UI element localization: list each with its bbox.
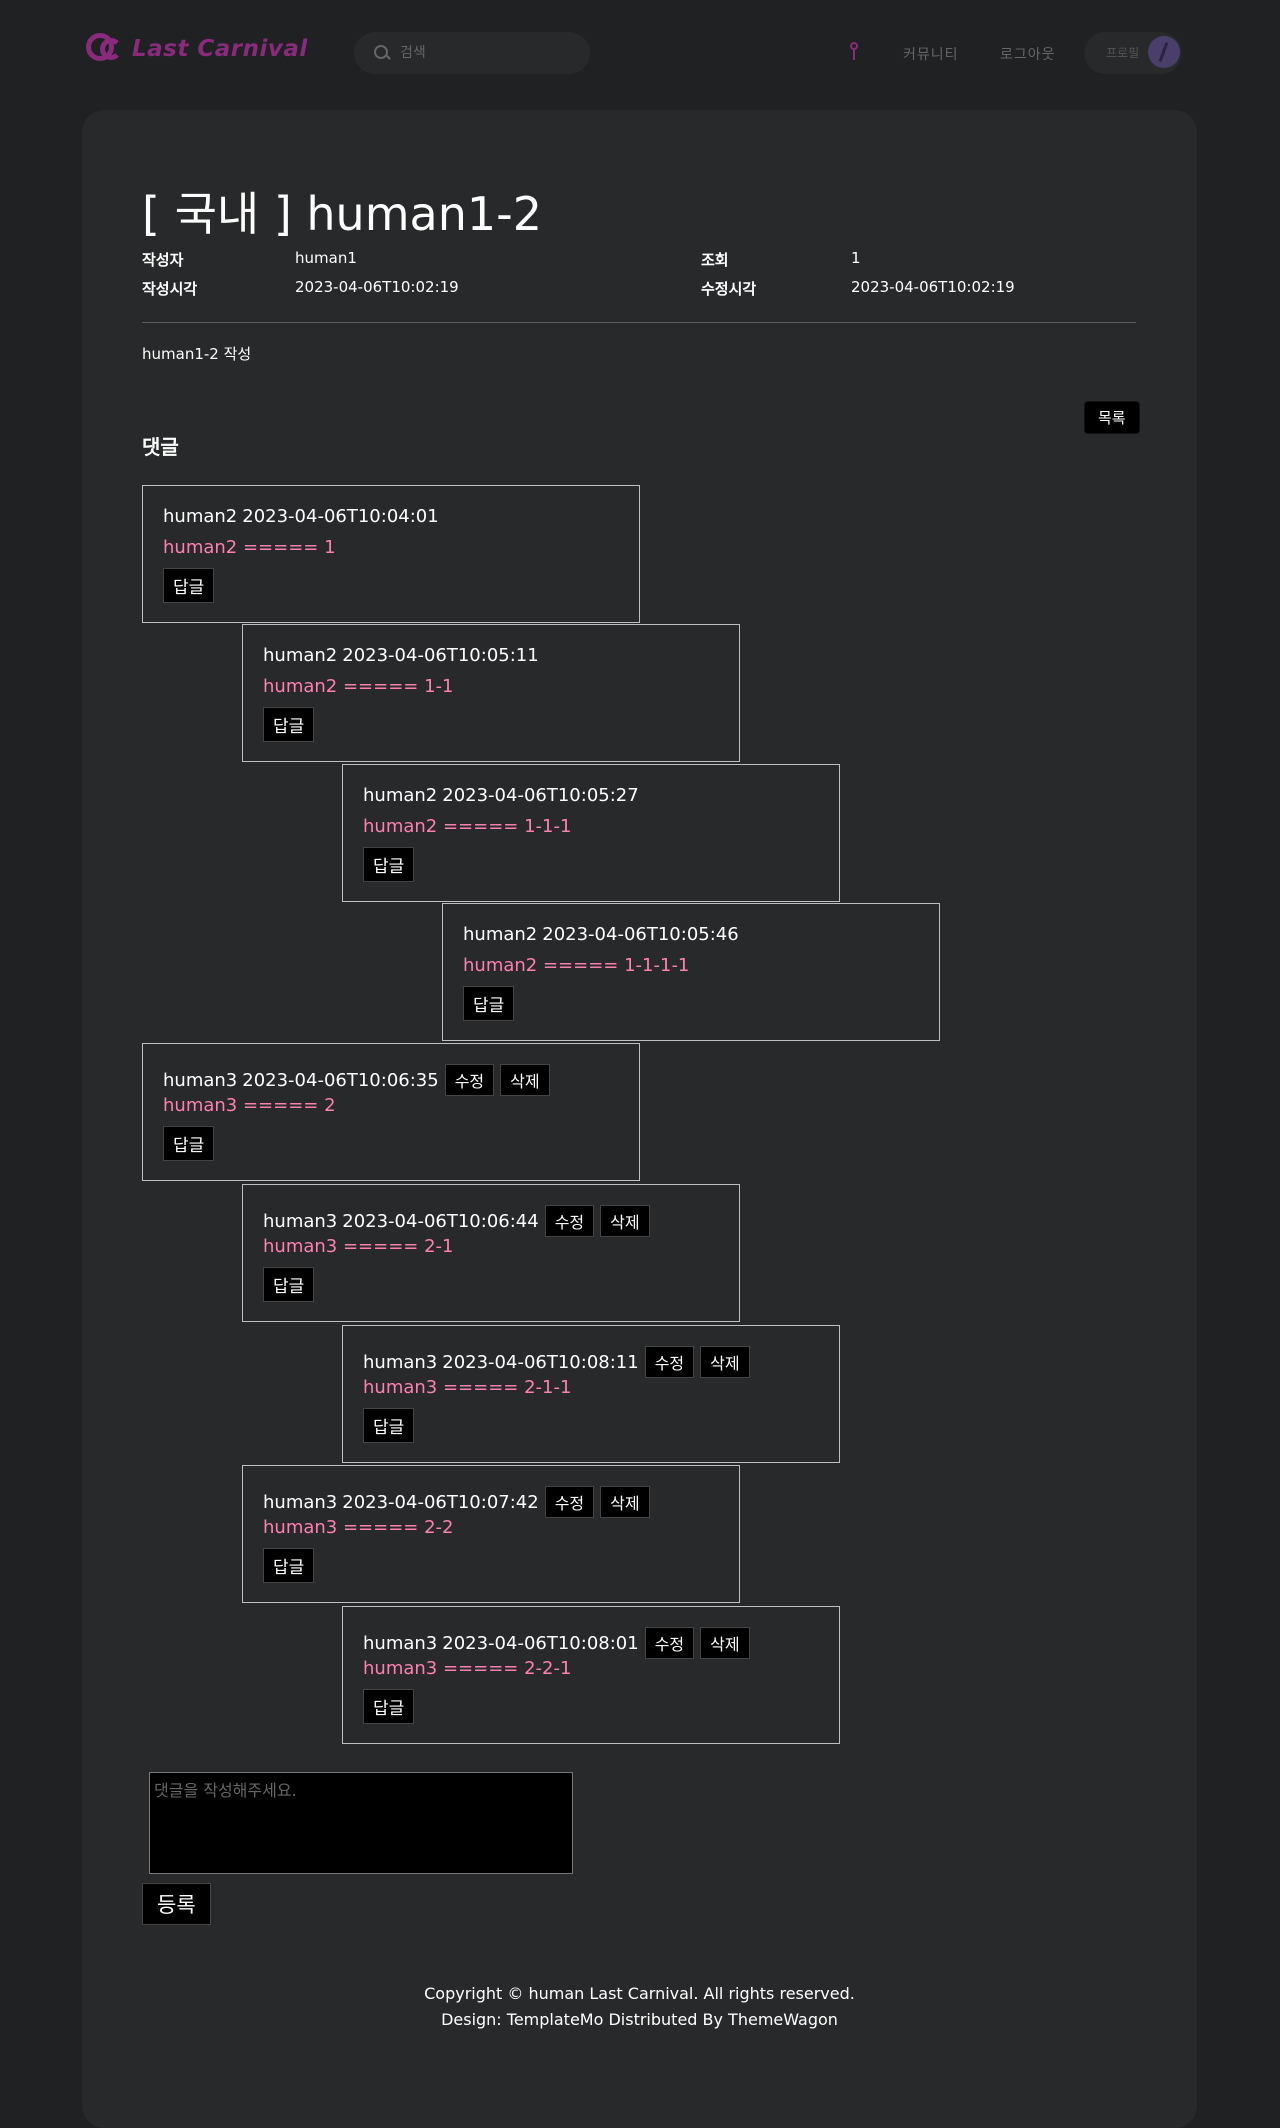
comment-date: 2023-04-06T10:06:35: [242, 1069, 439, 1091]
comment-text: human2 ===== 1: [163, 537, 336, 558]
comment-text: human3 ===== 2-2: [263, 1517, 454, 1538]
comment-author: human2: [263, 645, 338, 666]
comment-text: human3 ===== 2-2-1: [363, 1658, 572, 1679]
reply-button[interactable]: 답글: [263, 707, 315, 742]
profile-button[interactable]: 프로필: [1084, 32, 1182, 74]
author-label: 작성자: [142, 251, 184, 269]
comment-header: human2 2023-04-06T10:05:11: [263, 645, 539, 666]
created-value: 2023-04-06T10:02:19: [295, 278, 459, 296]
comment-author: human3: [263, 1210, 338, 1232]
reply-button[interactable]: 답글: [363, 1689, 415, 1724]
edit-comment-button[interactable]: 수정: [544, 1205, 595, 1237]
comment-header: human3 2023-04-06T10:07:42 수정 삭제: [263, 1486, 650, 1518]
site-header: Last Carnival 커뮤니티 로그아웃 프로필: [0, 0, 1280, 104]
logo-icon: [86, 33, 126, 65]
nav-community-link[interactable]: 커뮤니티: [903, 44, 959, 64]
comment-item: human3 2023-04-06T10:08:01 수정 삭제 human3 ====…: [342, 1606, 840, 1744]
comment-text: human3 ===== 2-1: [263, 1236, 454, 1257]
comment-header: human3 2023-04-06T10:08:01 수정 삭제: [363, 1627, 750, 1659]
comment-header: human3 2023-04-06T10:06:35 수정 삭제: [163, 1064, 550, 1096]
reply-button[interactable]: 답글: [263, 1548, 315, 1583]
comment-date: 2023-04-06T10:05:46: [542, 924, 739, 945]
comment-item: human3 2023-04-06T10:08:11 수정 삭제 human3 ====…: [342, 1325, 840, 1463]
comment-date: 2023-04-06T10:08:01: [442, 1632, 639, 1654]
comment-date: 2023-04-06T10:06:44: [342, 1210, 539, 1232]
reply-button[interactable]: 답글: [463, 986, 515, 1021]
footer-credit: Design: TemplateMo Distributed By ThemeW…: [441, 2010, 838, 2029]
comment-date: 2023-04-06T10:05:27: [442, 785, 639, 806]
comment-text: human2 ===== 1-1-1: [363, 816, 572, 837]
avatar: [1148, 36, 1180, 68]
author-value: human1: [295, 249, 357, 267]
comment-item: human2 2023-04-06T10:05:27 human2 ===== 1-…: [342, 764, 840, 902]
reply-button[interactable]: 답글: [163, 1126, 215, 1161]
site-logo[interactable]: Last Carnival: [86, 32, 308, 66]
comment-date: 2023-04-06T10:05:11: [342, 645, 539, 666]
user-icon[interactable]: [848, 42, 860, 62]
comment-author: human2: [363, 785, 438, 806]
updated-value: 2023-04-06T10:02:19: [851, 278, 1015, 296]
comment-header: human3 2023-04-06T10:08:11 수정 삭제: [363, 1346, 750, 1378]
divider: [142, 322, 1136, 323]
views-label: 조회: [701, 251, 729, 269]
comment-author: human3: [363, 1632, 438, 1654]
comment-item: human3 2023-04-06T10:07:42 수정 삭제 human3 ====…: [242, 1465, 740, 1603]
profile-label: 프로필: [1106, 46, 1140, 60]
comment-item: human3 2023-04-06T10:06:44 수정 삭제 human3 ====…: [242, 1184, 740, 1322]
comment-date: 2023-04-06T10:07:42: [342, 1491, 539, 1513]
reply-button[interactable]: 답글: [263, 1267, 315, 1302]
comments-heading: 댓글: [142, 435, 179, 459]
comment-author: human3: [163, 1069, 238, 1091]
comment-date: 2023-04-06T10:08:11: [442, 1351, 639, 1373]
comment-author: human2: [463, 924, 538, 945]
reply-button[interactable]: 답글: [363, 1408, 415, 1443]
comment-item: human3 2023-04-06T10:06:35 수정 삭제 human3 ====…: [142, 1043, 640, 1181]
comment-input[interactable]: [149, 1772, 573, 1874]
comment-item: human2 2023-04-06T10:04:01 human2 ===== 1 답…: [142, 485, 640, 623]
edit-comment-button[interactable]: 수정: [644, 1346, 695, 1378]
comment-date: 2023-04-06T10:04:01: [242, 506, 439, 527]
delete-comment-button[interactable]: 삭제: [600, 1205, 650, 1237]
post-card: [ 국내 ] human1-2 작성자 human1 조회 1 작성시각 202…: [82, 110, 1197, 2128]
reply-button[interactable]: 답글: [163, 568, 215, 603]
search-input[interactable]: [398, 44, 562, 62]
edit-comment-button[interactable]: 수정: [444, 1064, 495, 1096]
comment-author: human3: [363, 1351, 438, 1373]
comment-text: human3 ===== 2-1-1: [363, 1377, 572, 1398]
comment-item: human2 2023-04-06T10:05:46 human2 ===== 1-…: [442, 903, 940, 1041]
delete-comment-button[interactable]: 삭제: [700, 1346, 750, 1378]
reply-button[interactable]: 답글: [363, 847, 415, 882]
nav-logout-link[interactable]: 로그아웃: [1000, 44, 1056, 64]
comment-text: human2 ===== 1-1: [263, 676, 454, 697]
comment-header: human2 2023-04-06T10:05:46: [463, 924, 739, 945]
comment-author: human3: [263, 1491, 338, 1513]
comment-text: human2 ===== 1-1-1-1: [463, 955, 690, 976]
comment-header: human2 2023-04-06T10:04:01: [163, 506, 439, 527]
delete-comment-button[interactable]: 삭제: [600, 1486, 650, 1518]
edit-comment-button[interactable]: 수정: [544, 1486, 595, 1518]
delete-comment-button[interactable]: 삭제: [500, 1064, 550, 1096]
submit-comment-button[interactable]: 등록: [142, 1883, 211, 1925]
created-label: 작성시각: [142, 280, 198, 298]
search-icon: [374, 45, 390, 61]
views-value: 1: [851, 249, 861, 267]
updated-label: 수정시각: [701, 280, 757, 298]
comment-header: human2 2023-04-06T10:05:27: [363, 785, 639, 806]
comment-text: human3 ===== 2: [163, 1095, 336, 1116]
post-title: [ 국내 ] human1-2: [142, 187, 542, 241]
comment-item: human2 2023-04-06T10:05:11 human2 ===== 1-…: [242, 624, 740, 762]
comment-author: human2: [163, 506, 238, 527]
comment-header: human3 2023-04-06T10:06:44 수정 삭제: [263, 1205, 650, 1237]
post-body: human1-2 작성: [142, 345, 252, 363]
edit-comment-button[interactable]: 수정: [644, 1627, 695, 1659]
search-box[interactable]: [354, 32, 590, 74]
logo-text: Last Carnival: [132, 36, 308, 62]
delete-comment-button[interactable]: 삭제: [700, 1627, 750, 1659]
list-button[interactable]: 목록: [1085, 402, 1139, 433]
footer-copyright: Copyright © human Last Carnival. All rig…: [424, 1984, 855, 2003]
